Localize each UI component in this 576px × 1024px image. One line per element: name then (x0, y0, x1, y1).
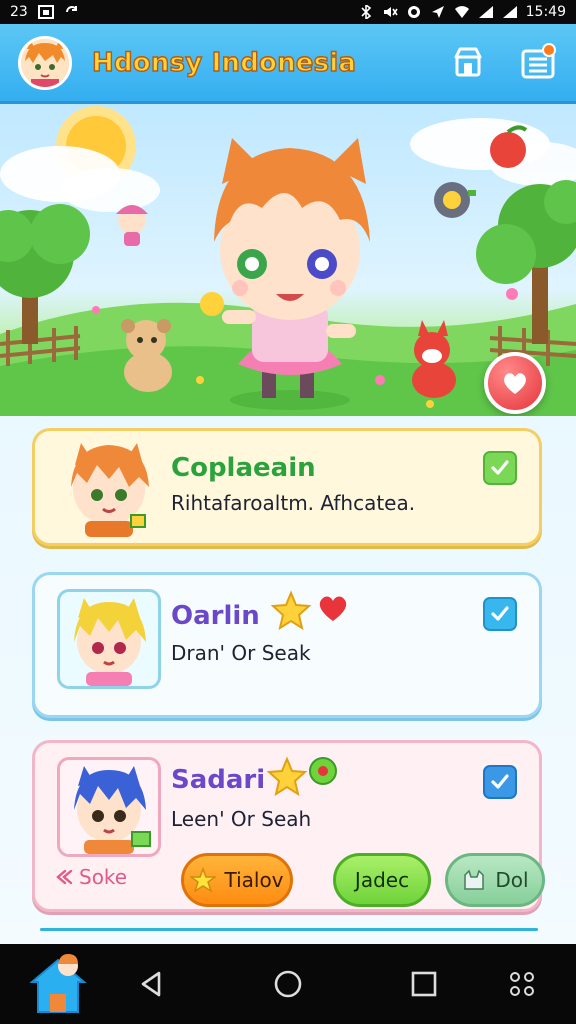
sync-icon (65, 6, 77, 13)
recents-button[interactable] (406, 966, 442, 1002)
cat-icon (464, 869, 485, 890)
card-subtitle: Dran' Or Seak (171, 641, 311, 665)
status-bar: 23 15:49 (0, 0, 576, 24)
signal-icon (478, 6, 493, 18)
back-triangle-icon (141, 971, 161, 997)
shop-button[interactable] (448, 43, 488, 83)
list-item[interactable]: Coplaeain Rihtafaroaltm. Afhcatea. (32, 428, 542, 546)
card-checkbox[interactable] (483, 451, 517, 485)
app-bar: Hdonsy Indonesia (0, 24, 576, 104)
star-seed-icon (267, 756, 337, 797)
character-orange-icon (71, 443, 149, 537)
character-blue-icon (74, 766, 151, 854)
secondary-action-button[interactable]: Jadec (333, 853, 431, 907)
star-heart-icon (271, 590, 347, 631)
avatar-icon (21, 38, 69, 87)
navigation-bar (0, 944, 576, 1024)
flying-toy-icon (434, 182, 476, 218)
card-checkbox[interactable] (483, 597, 517, 631)
check-icon (491, 774, 509, 789)
tertiary-action-button[interactable]: Dol (445, 853, 545, 907)
avatar[interactable] (18, 35, 72, 90)
back-button[interactable] (134, 966, 170, 1002)
wifi-icon (454, 6, 469, 18)
home-app-button[interactable] (28, 952, 88, 1018)
card-thumbnail (57, 437, 161, 537)
recents-square-icon (411, 971, 437, 997)
shop-icon (454, 47, 482, 76)
location-icon (431, 6, 444, 18)
content-list: Coplaeain Rihtafaroaltm. Afhcatea. Oarli… (0, 416, 576, 944)
home-button[interactable] (270, 966, 306, 1002)
card-title: Sadari (171, 765, 266, 795)
card-actions: Soke Tialov Jadec Dol (53, 853, 545, 907)
gallery-icon (37, 5, 54, 19)
hero-banner (0, 104, 576, 440)
share-label: Soke (79, 865, 128, 889)
card-subtitle: Rihtafaroaltm. Afhcatea. (171, 491, 416, 515)
mute-icon (383, 7, 398, 17)
star-icon (190, 867, 217, 893)
bluetooth-icon (361, 5, 371, 19)
app-title: Hdonsy Indonesia (91, 47, 357, 78)
card-subtitle: Leen' Or Seah (171, 807, 312, 831)
character-blonde-icon (74, 598, 146, 686)
notification-dot (542, 42, 556, 57)
record-button[interactable] (484, 352, 546, 414)
check-icon (491, 606, 509, 621)
secondary-action-label: Jadec (354, 868, 410, 892)
divider (40, 928, 538, 931)
apps-button[interactable] (504, 966, 540, 1002)
card-title: Coplaeain (171, 453, 316, 483)
heart-record-icon (504, 373, 526, 394)
signal-2-icon (502, 6, 517, 18)
home-circle-icon (274, 970, 302, 998)
share-button[interactable]: Soke (53, 865, 127, 889)
share-icon (56, 869, 73, 885)
primary-action-label: Tialov (224, 868, 284, 892)
check-icon (491, 460, 509, 475)
apps-grid-icon (510, 972, 534, 996)
status-time: 15:49 (525, 4, 566, 20)
status-left-text: 23 (10, 4, 28, 20)
sync-circle-icon (407, 6, 420, 18)
home-house-icon (29, 954, 87, 1013)
card-checkbox[interactable] (483, 765, 517, 799)
menu-button[interactable] (518, 42, 558, 83)
list-item[interactable]: Sadari Leen' Or Seah Soke Tialov Jadec D… (32, 740, 545, 912)
card-title: Oarlin (171, 601, 260, 631)
primary-action-button[interactable]: Tialov (181, 853, 293, 907)
card-thumbnail (57, 589, 161, 689)
list-item[interactable]: Oarlin Dran' Or Seak (32, 572, 542, 718)
card-thumbnail (57, 757, 161, 857)
flying-kid-icon (116, 205, 148, 246)
tertiary-action-label: Dol (495, 868, 529, 892)
